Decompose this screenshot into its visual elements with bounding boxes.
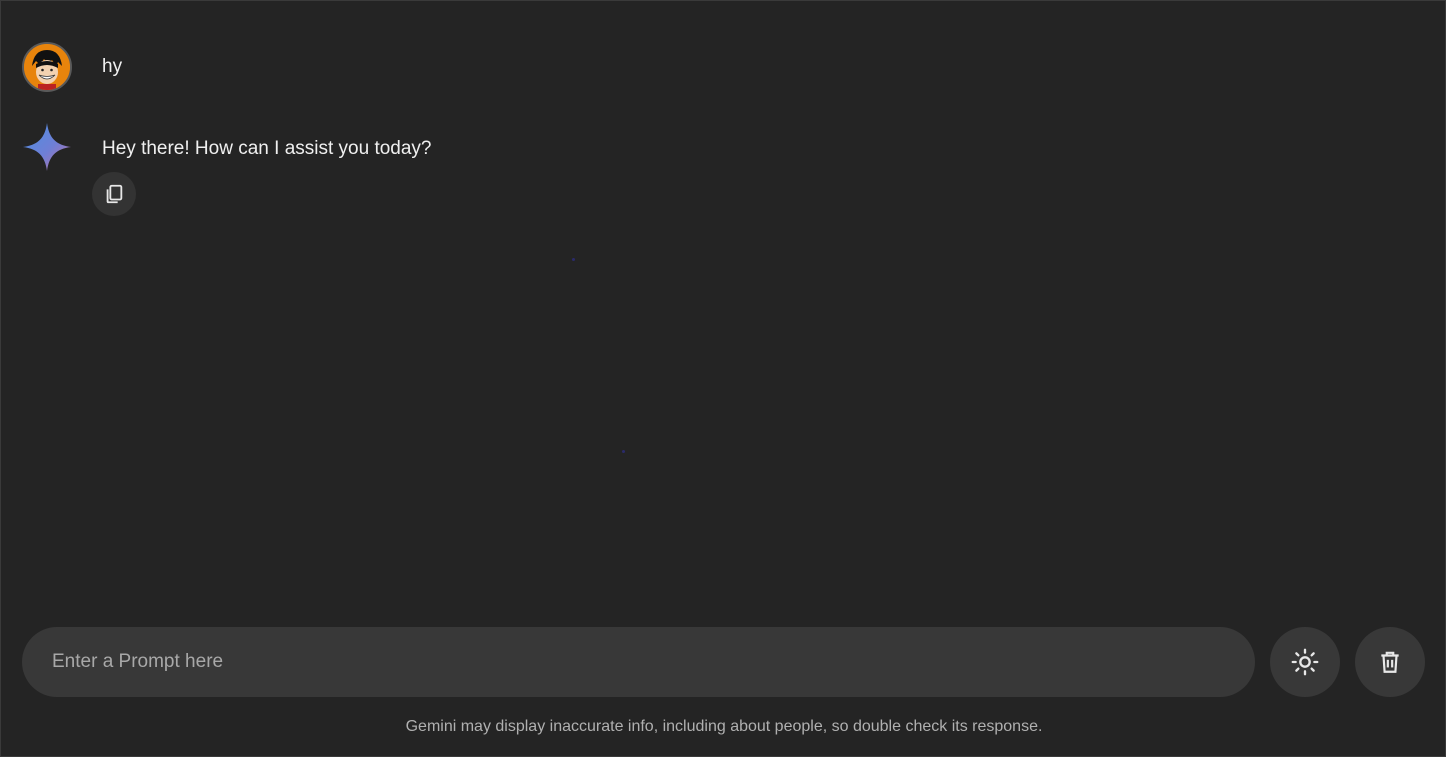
theme-toggle-button[interactable] [1270, 627, 1340, 697]
delete-chat-button[interactable] [1355, 627, 1425, 697]
copy-button[interactable] [92, 172, 136, 216]
prompt-input[interactable] [52, 651, 1255, 673]
disclaimer-text: Gemini may display inaccurate info, incl… [405, 718, 1043, 735]
gemini-sparkle-icon [22, 122, 72, 172]
user-avatar-icon [22, 42, 72, 92]
copy-icon [106, 184, 123, 204]
prompt-bar [22, 627, 1255, 697]
decorative-dot [622, 450, 625, 453]
chat-window: hy Hey there! How can I assist you today… [0, 0, 1446, 757]
bot-message-text: Hey there! How can I assist you today? [102, 138, 432, 159]
trash-icon [1381, 651, 1399, 673]
decorative-dot [572, 258, 575, 261]
sun-icon [1291, 648, 1319, 676]
user-message: hy [22, 42, 122, 92]
user-message-text: hy [102, 56, 123, 77]
bot-message: Hey there! How can I assist you today? [22, 122, 432, 172]
